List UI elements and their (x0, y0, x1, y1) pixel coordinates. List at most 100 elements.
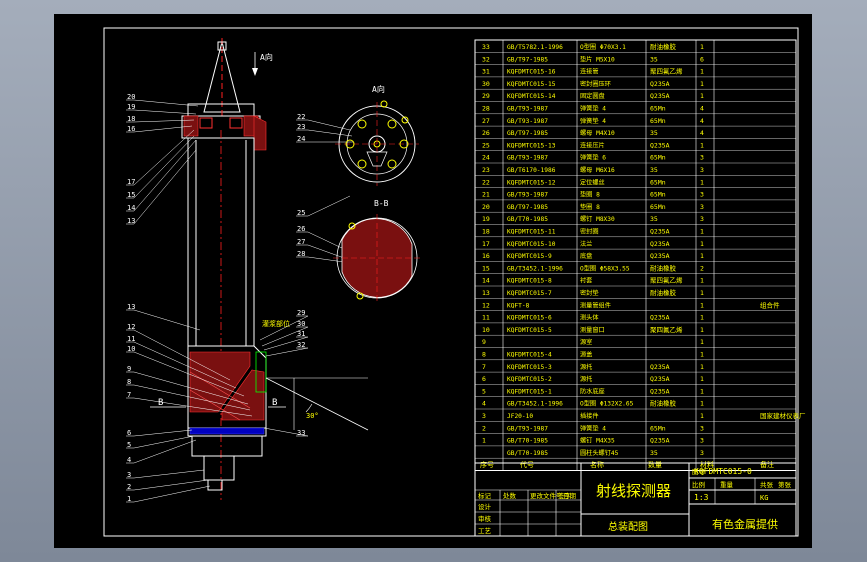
bom-cell: GB/T93-1987 (507, 118, 548, 125)
title-block-label: 比例 (692, 480, 705, 489)
bom-cell: 65Mn (650, 154, 666, 162)
bom-cell: KQFDMTC015-14 (507, 93, 556, 100)
part-balloon: 17 (127, 178, 135, 186)
bom-cell: 垫片 M5X10 (580, 55, 615, 63)
bom-row: 23 GB/T6170-1986 螺母 M6X16 35 3 (482, 166, 704, 174)
bom-cell: 垫圈 8 (580, 191, 600, 199)
bom-cell: 1 (700, 338, 704, 346)
bom-cell: 1 (700, 277, 704, 285)
bom-cell: 26 (482, 129, 490, 137)
title-block-label: 标记 (478, 491, 492, 500)
bom-cell: 4 (700, 105, 704, 113)
bom-header-cell: 代号 (520, 460, 534, 469)
bom-cell: GB/T93-1987 (507, 425, 548, 432)
bom-cell: 源托 (580, 375, 592, 383)
cut-label-b-right: B (272, 398, 277, 408)
bom-cell: 聚四氟乙烯 (650, 276, 683, 285)
bom-row: 7 KQFDMTC015-3 源托 Q235A 1 (482, 363, 704, 371)
bom-cell: 垫圈 8 (580, 203, 600, 211)
bom-cell: 2 (700, 264, 704, 272)
bom-row: 32 GB/T97-1985 垫片 M5X10 35 6 (482, 55, 704, 63)
section-b-view: B-B (333, 199, 421, 302)
bom-cell: GB/T5782.1-1996 (507, 44, 563, 51)
drawing-weight: KG (760, 494, 768, 502)
part-balloon: 4 (127, 456, 131, 464)
bom-row: 14 KQFDMTC015-8 衬套 聚四氟乙烯 1 (482, 276, 704, 285)
part-balloon: 23 (297, 123, 305, 131)
part-balloon: 30 (297, 320, 305, 328)
bom-cell: 24 (482, 154, 490, 162)
part-balloon: 13 (127, 217, 135, 225)
bom-cell: GB/T93-1987 (507, 192, 548, 199)
bom-cell: Q235A (650, 314, 670, 322)
part-balloon: 20 (127, 93, 135, 101)
bom-cell: 1 (700, 387, 704, 395)
part-balloon: 16 (127, 125, 135, 133)
cut-label-b-left: B (158, 398, 163, 408)
bom-cell: GB/T97-1985 (507, 56, 548, 63)
mid-balloons: 22 23 24 25 26 27 28 29 30 31 32 33 (259, 113, 354, 437)
part-balloon: 19 (127, 103, 135, 111)
bom-cell: 组合件 (760, 300, 780, 309)
bom-cell: 3 (700, 191, 704, 199)
bom-row: GB/T70-1985 圆柱头螺钉45 35 3 (507, 449, 704, 457)
bom-row: 18 KQFDMTC015-11 密封圈 Q235A 1 (482, 228, 704, 236)
bom-header-cell: 数量 (648, 460, 662, 469)
bom-cell: 1 (482, 437, 486, 445)
bom-cell: 螺母 M4X10 (580, 129, 615, 137)
bom-cell: 测量管组件 (580, 301, 611, 309)
bom-cell: 28 (482, 105, 490, 113)
bom-cell: 3 (700, 215, 704, 223)
bom-cell: 源室 (580, 338, 592, 346)
part-balloon: 9 (127, 365, 131, 373)
bom-row: 17 KQFDMTC015-10 法兰 Q235A 1 (482, 240, 704, 248)
bom-cell: KQFT-8 (507, 302, 530, 309)
bom-row: 11 KQFDMTC015-6 测头体 Q235A 1 (482, 314, 704, 322)
bom-cell: GB/T3452.1-1996 (507, 265, 563, 272)
bom-cell: 1 (700, 228, 704, 236)
bom-cell: 3 (700, 166, 704, 174)
bom-row: 1 GB/T70-1985 螺钉 M4X35 Q235A 3 (482, 437, 704, 445)
bom-row: 19 GB/T70-1985 螺钉 M8X30 35 3 (482, 215, 704, 223)
bom-cell: KQFDMTC015-6 (507, 315, 552, 322)
bom-cell: 11 (482, 314, 490, 322)
bom-cell: KQFDMTC015-4 (507, 352, 552, 359)
bom-cell: 4 (482, 400, 486, 408)
bom-cell: 19 (482, 215, 490, 223)
bom-cell: 1 (700, 400, 704, 408)
bom-row: 12 KQFT-8 测量管组件 1 组合件 (482, 300, 780, 309)
part-balloon: 2 (127, 483, 131, 491)
bom-row: 22 KQFDMTC015-12 定位螺丝 65Mn 1 (482, 178, 704, 186)
part-balloon: 7 (127, 391, 131, 399)
bom-cell: 35 (650, 166, 658, 174)
bom-cell: 33 (482, 43, 490, 51)
bom-cell: 30 (482, 80, 490, 88)
bom-row: 10 KQFDMTC015-5 测量窗口 聚四氟乙烯 1 (482, 325, 704, 334)
bom-row: 8 KQFDMTC015-4 源盖 1 (482, 351, 704, 359)
bom-row: 25 KQFDMTC015-13 连接压片 Q235A 1 (482, 141, 704, 149)
bom-cell: GB/T6170-1986 (507, 167, 556, 174)
bom-cell: Q235A (650, 252, 670, 260)
bom-cell: 3 (700, 449, 704, 457)
bom-cell: 27 (482, 117, 490, 125)
bom-cell: GB/T70-1985 (507, 438, 548, 445)
bom-cell: Q235A (650, 437, 670, 445)
bom-cell: 35 (650, 55, 658, 63)
bom-cell: 65Mn (650, 117, 666, 125)
bom-cell: 4 (700, 129, 704, 137)
bom-cell: 1 (700, 43, 704, 51)
part-balloon: 29 (297, 309, 305, 317)
bom-cell: 13 (482, 289, 490, 297)
bom-cell: 8 (482, 351, 486, 359)
left-balloons: 20 19 18 16 17 15 14 13 13 12 11 10 9 8 7 6 5 4 3 2 1 (126, 93, 253, 503)
bom-cell: KQFDMTC015-12 (507, 179, 556, 186)
part-balloon: 1 (127, 495, 131, 503)
bom-cell: GB/T70-1985 (507, 216, 548, 223)
bom-cell: 65Mn (650, 178, 666, 186)
drawing-subtitle: 总装配图 (608, 520, 648, 533)
bom-cell: 29 (482, 92, 490, 100)
bom-cell: 18 (482, 228, 490, 236)
bom-cell: KQFDMTC015-2 (507, 376, 552, 383)
bom-cell: Q235A (650, 228, 670, 236)
bom-cell: Q235A (650, 363, 670, 371)
